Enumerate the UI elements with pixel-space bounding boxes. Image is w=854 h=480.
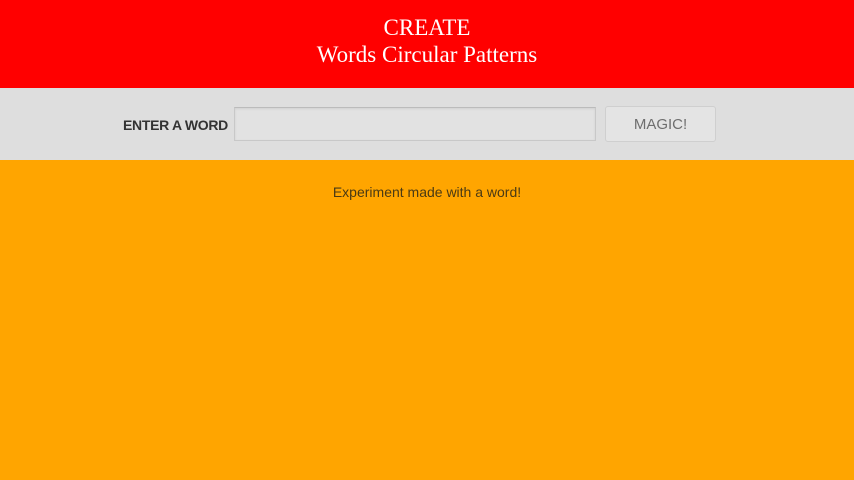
magic-button[interactable]: MAGIC!: [605, 106, 716, 142]
page-title-subtitle: Words Circular Patterns: [316, 42, 538, 67]
experiment-caption: Experiment made with a word!: [332, 184, 522, 200]
word-toolbar: ENTER A WORD MAGIC!: [0, 88, 854, 160]
enter-word-label: ENTER A WORD: [122, 117, 228, 133]
page-title-create: CREATE: [383, 15, 471, 40]
word-input[interactable]: [234, 107, 596, 141]
page-header: CREATE Words Circular Patterns: [0, 0, 854, 88]
